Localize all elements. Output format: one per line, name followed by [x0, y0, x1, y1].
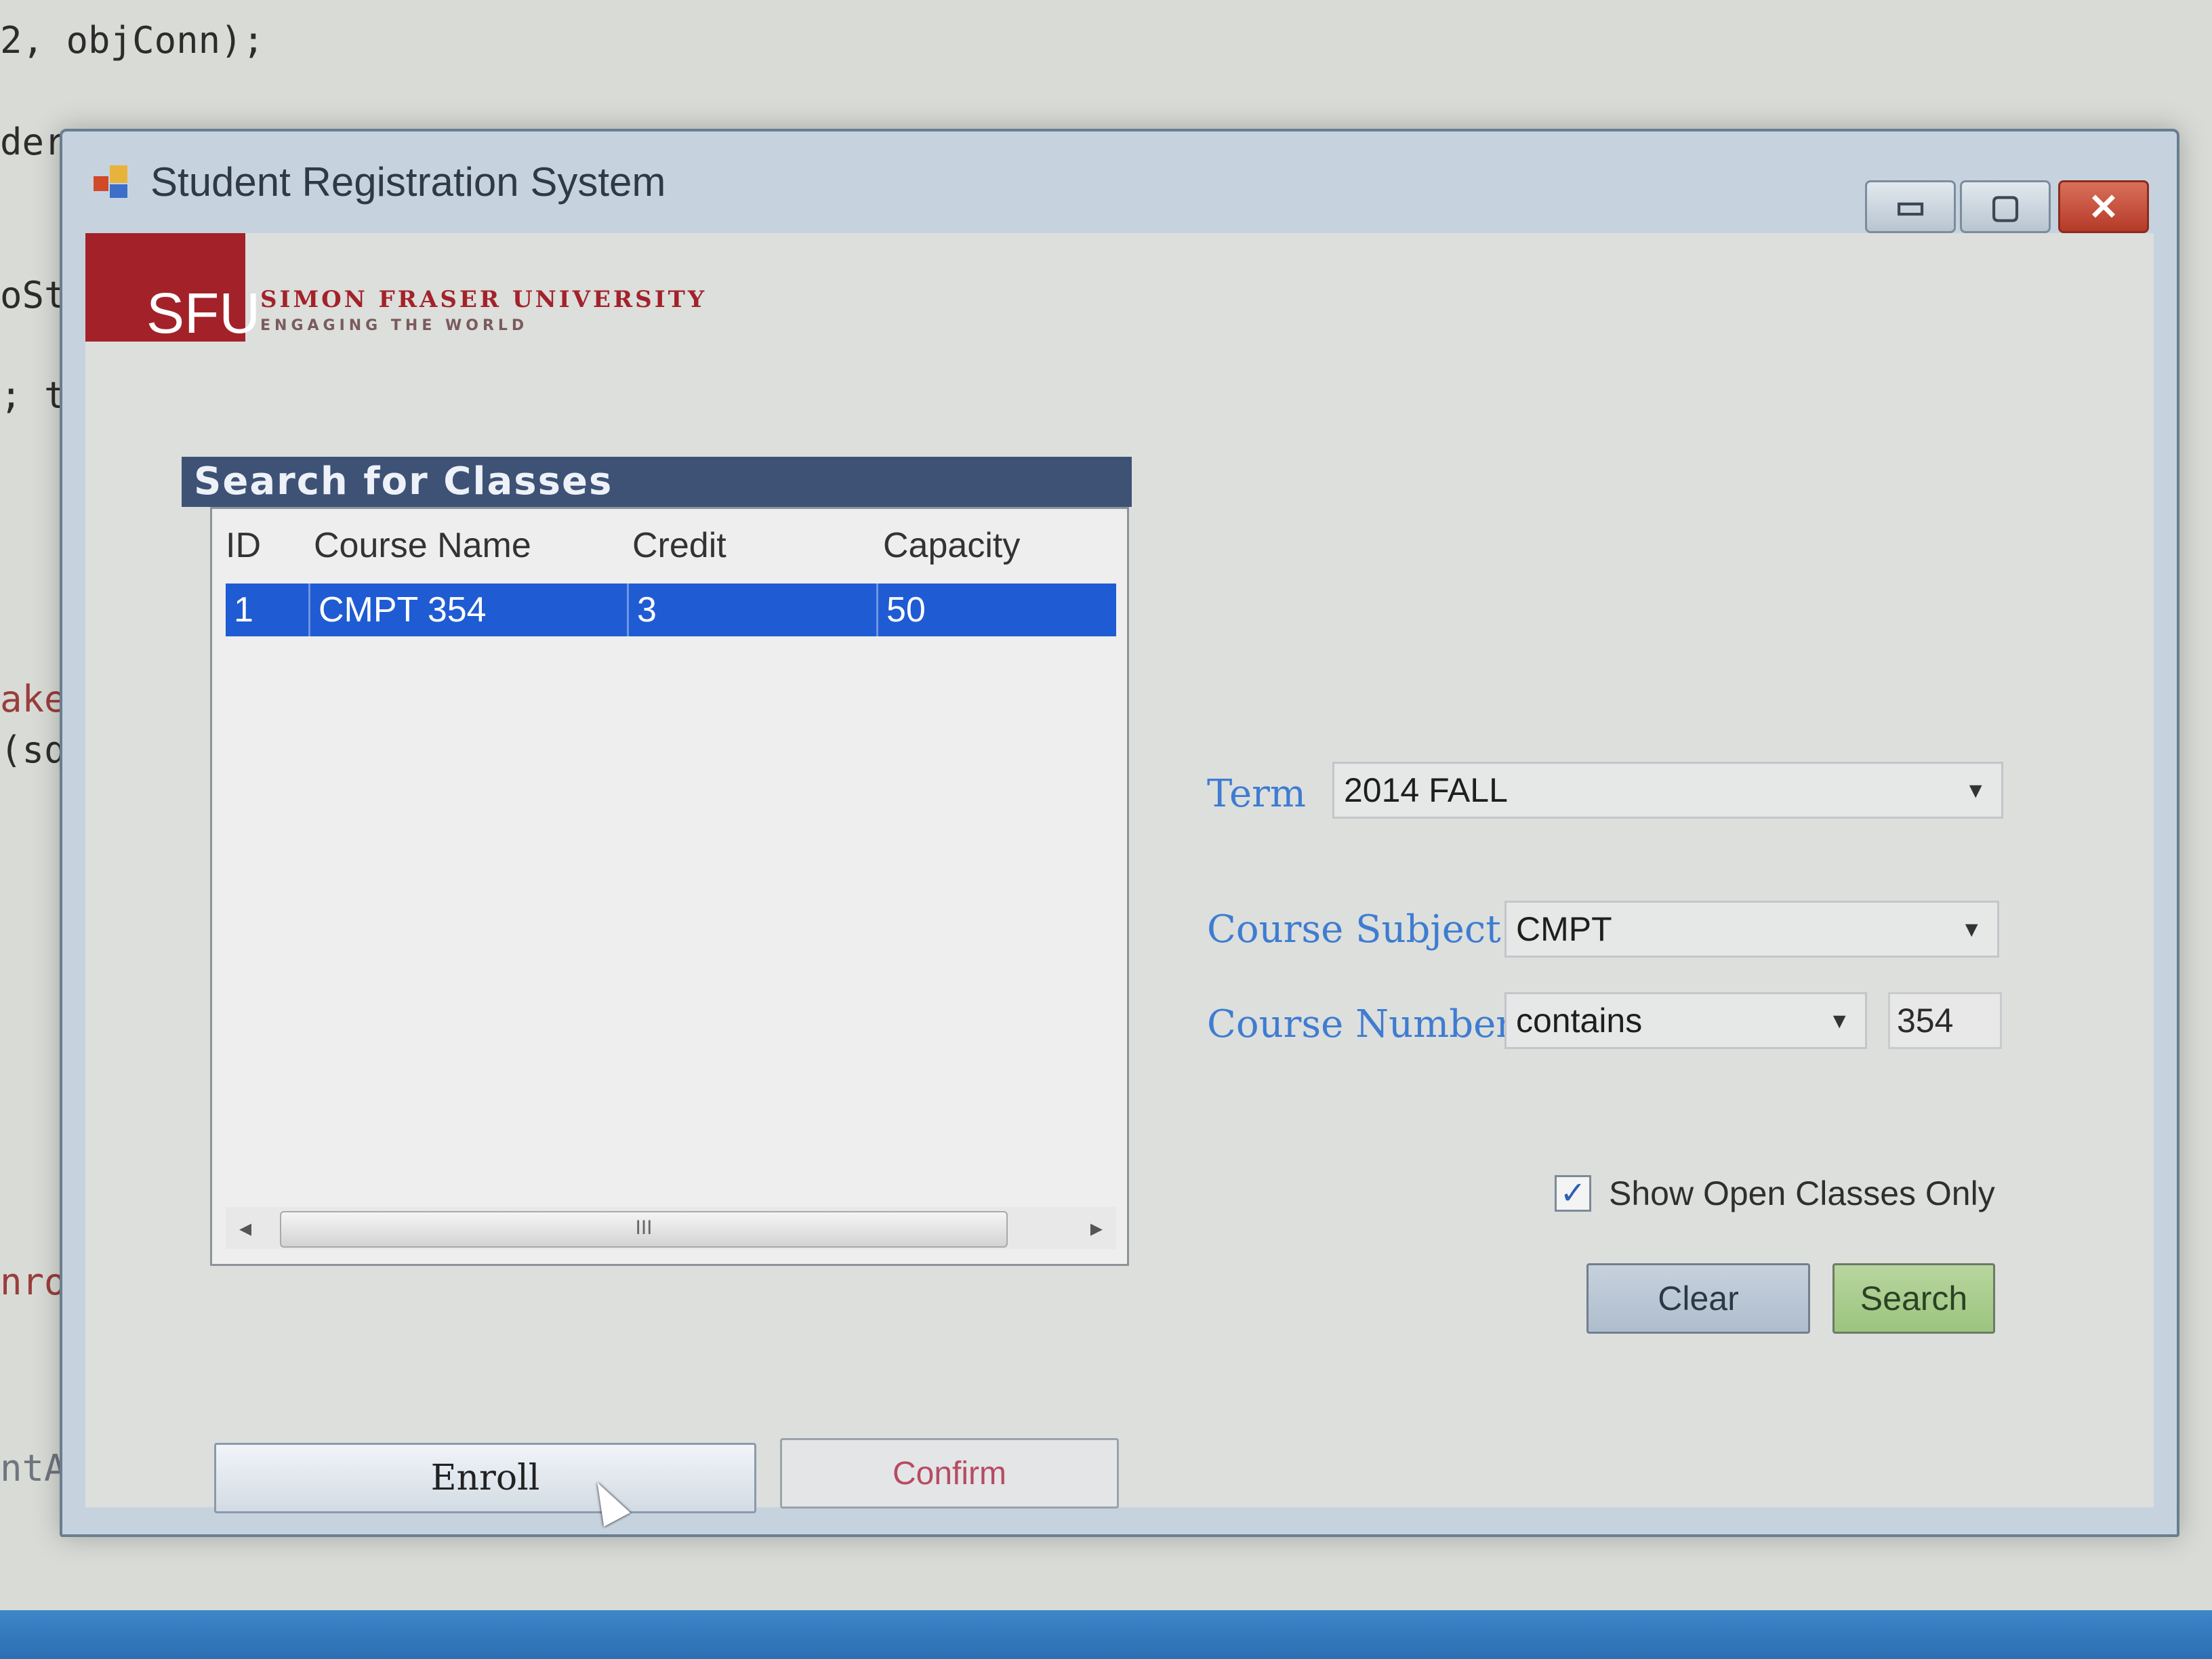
- confirm-button[interactable]: Confirm: [780, 1438, 1119, 1509]
- maximize-icon: ▢: [1990, 189, 2021, 225]
- code-line: der: [0, 121, 66, 163]
- chevron-down-icon: ▼: [1965, 778, 1986, 802]
- title-bar[interactable]: Student Registration System ▭ ▢ ✕: [62, 131, 2177, 233]
- taskbar: [0, 1610, 2212, 1659]
- search-panel-title: Search for Classes: [182, 457, 1132, 507]
- window-title: Student Registration System: [150, 159, 666, 205]
- show-open-classes-label[interactable]: Show Open Classes Only: [1609, 1174, 1995, 1213]
- logo-university-name: SIMON FRASER UNIVERSITY: [260, 286, 708, 313]
- course-number-operator-value: contains: [1516, 1002, 1643, 1040]
- horizontal-scrollbar[interactable]: ◂ III ▸: [226, 1207, 1116, 1249]
- scroll-left-icon[interactable]: ◂: [239, 1214, 251, 1242]
- app-icon: [94, 165, 129, 201]
- search-button[interactable]: Search: [1832, 1263, 1995, 1334]
- course-subject-value: CMPT: [1516, 910, 1612, 948]
- cell-credit: 3: [629, 583, 878, 636]
- app-window: Student Registration System ▭ ▢ ✕ SFU SI…: [60, 129, 2179, 1537]
- scroll-thumb[interactable]: III: [280, 1211, 1008, 1248]
- chevron-down-icon: ▼: [1828, 1008, 1850, 1033]
- column-header-id[interactable]: ID: [226, 525, 261, 566]
- term-dropdown[interactable]: 2014 FALL ▼: [1332, 762, 2003, 819]
- close-icon: ✕: [2088, 186, 2119, 228]
- course-subject-dropdown[interactable]: CMPT ▼: [1504, 901, 1999, 958]
- chevron-down-icon: ▼: [1961, 917, 1982, 941]
- column-header-course-name[interactable]: Course Name: [314, 525, 531, 566]
- code-line: 2, objConn);: [0, 19, 265, 62]
- show-open-classes-checkbox[interactable]: ✓: [1555, 1175, 1591, 1212]
- cell-capacity: 50: [886, 590, 926, 630]
- clear-button[interactable]: Clear: [1586, 1263, 1810, 1334]
- close-button[interactable]: ✕: [2058, 180, 2149, 233]
- code-line: oSt: [0, 274, 66, 316]
- column-header-capacity[interactable]: Capacity: [883, 525, 1020, 566]
- scroll-right-icon[interactable]: ▸: [1090, 1214, 1103, 1242]
- course-number-operator-dropdown[interactable]: contains ▼: [1504, 992, 1867, 1049]
- maximize-button[interactable]: ▢: [1960, 180, 2051, 233]
- results-grid[interactable]: ID Course Name Credit Capacity 1 CMPT 35…: [210, 507, 1129, 1266]
- table-row[interactable]: 1 CMPT 354 3 50: [226, 583, 1116, 636]
- logo-mark: SFU: [146, 281, 260, 345]
- logo-tagline: ENGAGING THE WORLD: [260, 317, 529, 334]
- cell-course-name: CMPT 354: [310, 583, 629, 636]
- grid-header: ID Course Name Credit Capacity: [212, 509, 1127, 583]
- term-label: Term: [1207, 772, 1307, 816]
- course-number-input[interactable]: 354: [1888, 992, 2002, 1049]
- minimize-icon: ▭: [1895, 189, 1926, 225]
- column-header-credit[interactable]: Credit: [632, 525, 726, 566]
- minimize-button[interactable]: ▭: [1865, 180, 1956, 233]
- course-subject-label: Course Subject: [1207, 907, 1501, 951]
- course-number-label: Course Number: [1207, 1002, 1515, 1046]
- enroll-button[interactable]: Enroll: [214, 1443, 756, 1513]
- term-value: 2014 FALL: [1344, 771, 1508, 809]
- cell-id: 1: [226, 583, 310, 636]
- sfu-logo: SFU: [85, 233, 260, 345]
- client-area: SFU SIMON FRASER UNIVERSITY ENGAGING THE…: [85, 233, 2154, 1527]
